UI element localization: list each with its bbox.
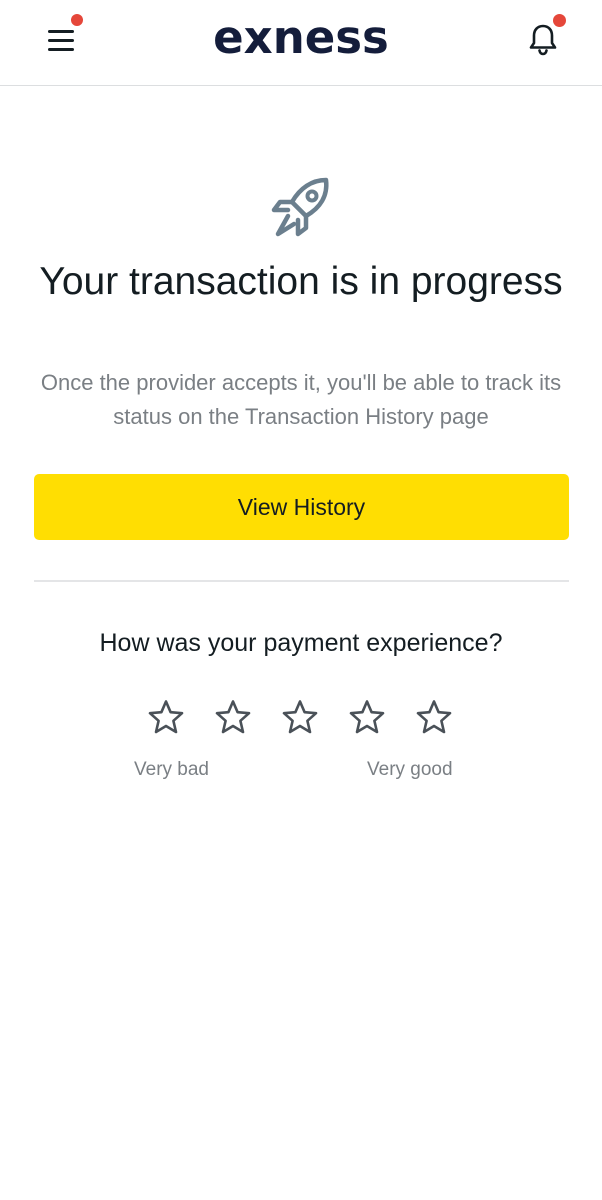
view-history-button[interactable]: View History — [34, 474, 569, 540]
rating-high-label: Very good — [367, 759, 453, 780]
star-1-icon[interactable] — [146, 698, 186, 738]
exness-logo: exness — [213, 11, 389, 64]
section-divider — [34, 580, 569, 582]
rating-low-label: Very bad — [134, 759, 209, 780]
status-description: Once the provider accepts it, you'll be … — [40, 370, 562, 429]
star-2-icon[interactable] — [213, 698, 253, 738]
notifications-badge — [553, 14, 566, 27]
star-3-icon[interactable] — [280, 698, 320, 738]
page-title: Your transaction is in progress — [39, 260, 563, 303]
rocket-icon — [266, 172, 336, 242]
star-rating — [146, 698, 456, 738]
star-4-icon[interactable] — [347, 698, 387, 738]
top-app-bar: exness — [0, 0, 602, 86]
feedback-question: How was your payment experience? — [99, 629, 503, 657]
star-5-icon[interactable] — [414, 698, 454, 738]
